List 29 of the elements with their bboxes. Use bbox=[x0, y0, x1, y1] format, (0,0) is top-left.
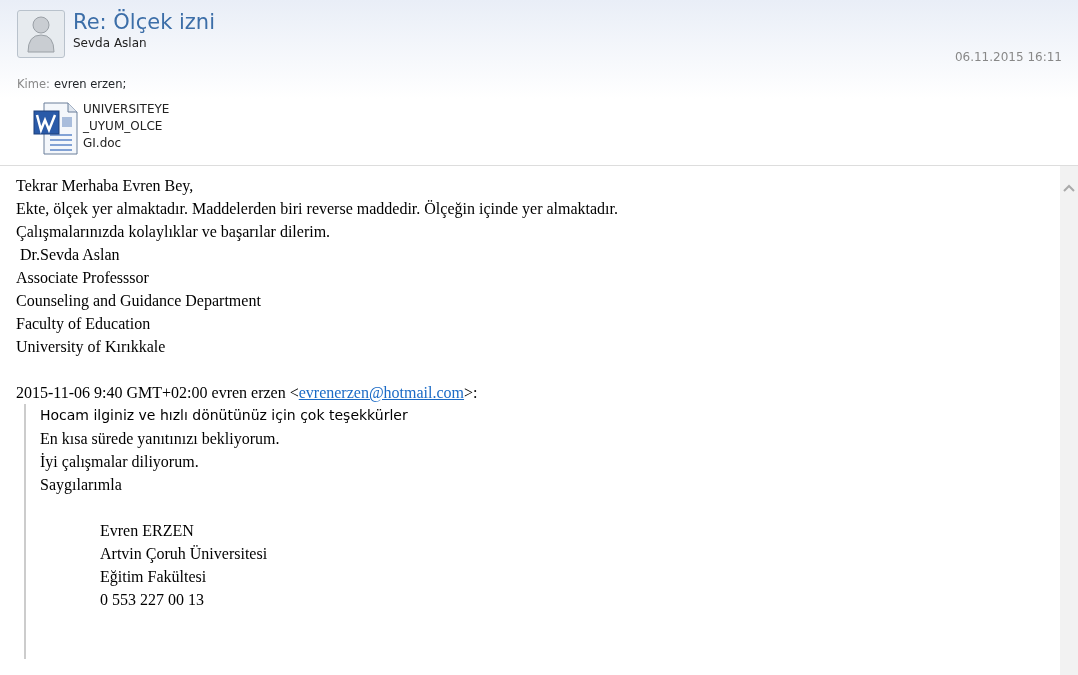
scrollbar[interactable] bbox=[1060, 166, 1078, 675]
to-label: Kime: bbox=[17, 76, 50, 93]
email-subject: Re: Ölçek izni bbox=[73, 10, 215, 34]
message-line: Dr.Sevda Aslan bbox=[19, 245, 121, 265]
signature-line: Eğitim Fakültesi bbox=[100, 567, 208, 588]
attachment[interactable]: UNIVERSITEYE _UYUM_OLCE GI.doc bbox=[33, 101, 1062, 156]
email-link[interactable]: evrenerzen@hotmail.com bbox=[298, 384, 465, 401]
signature-line: Artvin Çoruh Üniversitesi bbox=[100, 544, 269, 565]
recipient: evren erzen; bbox=[53, 76, 127, 93]
message-line: Çalışmalarınızda kolaylıklar ve başarılar dilerim. bbox=[16, 222, 332, 243]
message-line: Counseling and Guidance Department bbox=[16, 291, 262, 312]
word-document-icon bbox=[33, 101, 79, 156]
email-date: 06.11.2015 16:11 bbox=[954, 49, 1062, 66]
scroll-up-icon[interactable] bbox=[1063, 184, 1075, 192]
quoted-line: Saygılarımla bbox=[40, 475, 123, 496]
quoted-line: En kısa sürede yanıtınızı bekliyorum. bbox=[40, 429, 281, 450]
quote-attribution: 2015-11-06 9:40 GMT+02:00 evren erzen <evrenerzen@hotmail.com>: bbox=[16, 383, 479, 404]
message-line: Faculty of Education bbox=[16, 314, 152, 335]
quoted-line: İyi çalışmalar diliyorum. bbox=[40, 452, 200, 473]
signature-line: Evren ERZEN bbox=[100, 521, 195, 541]
message-line: Tekrar Merhaba Evren Bey, bbox=[16, 176, 195, 197]
avatar-icon bbox=[17, 10, 65, 58]
signature-line: 0 553 227 00 13 bbox=[100, 590, 205, 610]
message-line: Associate Professsor bbox=[16, 268, 150, 288]
attachment-name: UNIVERSITEYE _UYUM_OLCE GI.doc bbox=[83, 101, 170, 153]
quoted-line: Hocam ilginiz ve hızlı dönütünüz için çok teşekkürler bbox=[40, 406, 409, 425]
message-line: Ekte, ölçek yer almaktadır. Maddelerden biri reverse maddedir. Ölçeğin içinde yer almaktadır. bbox=[16, 199, 619, 220]
sender-name: Sevda Aslan bbox=[73, 35, 148, 52]
message-line: University of Kırıkkale bbox=[16, 337, 167, 358]
